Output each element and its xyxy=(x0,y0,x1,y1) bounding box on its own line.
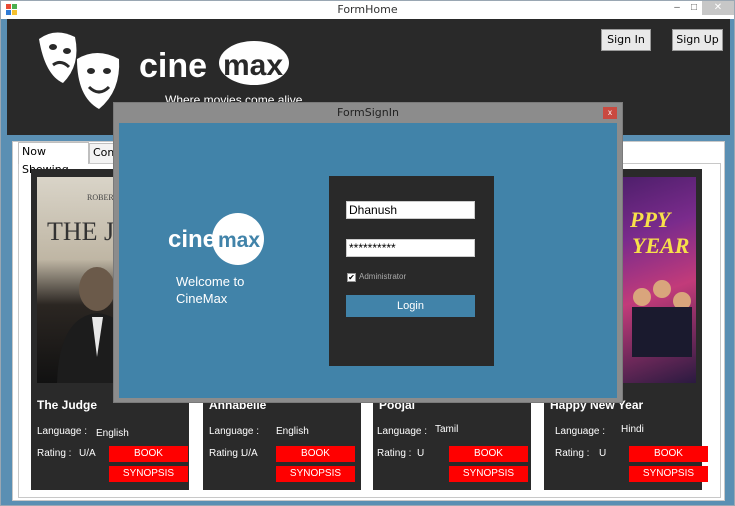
login-panel: ✔ Administrator Login xyxy=(329,176,494,366)
dialog-title: FormSignIn xyxy=(337,106,399,119)
synopsis-button[interactable]: SYNOPSIS xyxy=(109,466,188,482)
password-field[interactable] xyxy=(346,239,475,257)
rating-value: U xyxy=(417,448,425,459)
maximize-button[interactable]: □ xyxy=(684,1,704,15)
administrator-label: Administrator xyxy=(359,272,407,281)
sign-in-button[interactable]: Sign In xyxy=(601,29,651,51)
movie-title: The Judge xyxy=(37,398,98,412)
language-label: Language : xyxy=(209,426,260,437)
formhome-window: FormHome – □ ✕ cine max Where movies com… xyxy=(0,0,735,506)
signin-dialog: FormSignIn x cine max Welcome to CineMax… xyxy=(113,102,623,403)
tab-now-showing[interactable]: Now Showing xyxy=(18,142,89,176)
title-bar[interactable]: FormHome – □ ✕ xyxy=(1,1,734,19)
language-label: Language : xyxy=(377,426,428,437)
dialog-logo-max-text: max xyxy=(218,229,260,252)
book-button[interactable]: BOOK xyxy=(629,446,708,462)
window-title: FormHome xyxy=(337,3,398,16)
dialog-logo-cine-text: cine xyxy=(168,226,216,253)
language-value: English xyxy=(276,426,309,437)
rating-label: Rating : xyxy=(555,448,590,459)
dialog-cinemax-logo: cine max xyxy=(168,213,264,265)
language-label: Language : xyxy=(555,426,606,437)
language-value: Tamil xyxy=(435,424,459,435)
rating-label: Rating : xyxy=(37,448,72,459)
language-value: English xyxy=(96,428,129,439)
close-button[interactable]: ✕ xyxy=(702,1,734,15)
rating-value: U/A xyxy=(79,448,96,459)
sign-up-button[interactable]: Sign Up xyxy=(672,29,723,51)
logo-cine-text: cine xyxy=(139,47,207,85)
dialog-body: cine max Welcome to CineMax ✔ Administra… xyxy=(119,123,617,398)
rating-value: U xyxy=(599,448,607,459)
synopsis-button[interactable]: SYNOPSIS xyxy=(629,466,708,482)
welcome-text: Welcome to CineMax xyxy=(176,274,245,306)
rating-label: Rating : xyxy=(209,448,244,459)
cinemax-logo: cine max xyxy=(139,41,289,85)
synopsis-button[interactable]: SYNOPSIS xyxy=(449,466,528,482)
language-label: Language : xyxy=(37,426,88,437)
language-value: Hindi xyxy=(621,424,644,435)
administrator-checkbox[interactable]: ✔ xyxy=(347,273,356,282)
username-field[interactable] xyxy=(346,201,475,219)
book-button[interactable]: BOOK xyxy=(276,446,355,462)
login-button[interactable]: Login xyxy=(346,295,475,317)
synopsis-button[interactable]: SYNOPSIS xyxy=(276,466,355,482)
dialog-close-button[interactable]: x xyxy=(603,107,617,119)
rating-label: Rating : xyxy=(377,448,412,459)
book-button[interactable]: BOOK xyxy=(449,446,528,462)
rating-value: U/A xyxy=(241,448,258,459)
book-button[interactable]: BOOK xyxy=(109,446,188,462)
logo-max-text: max xyxy=(223,49,283,82)
